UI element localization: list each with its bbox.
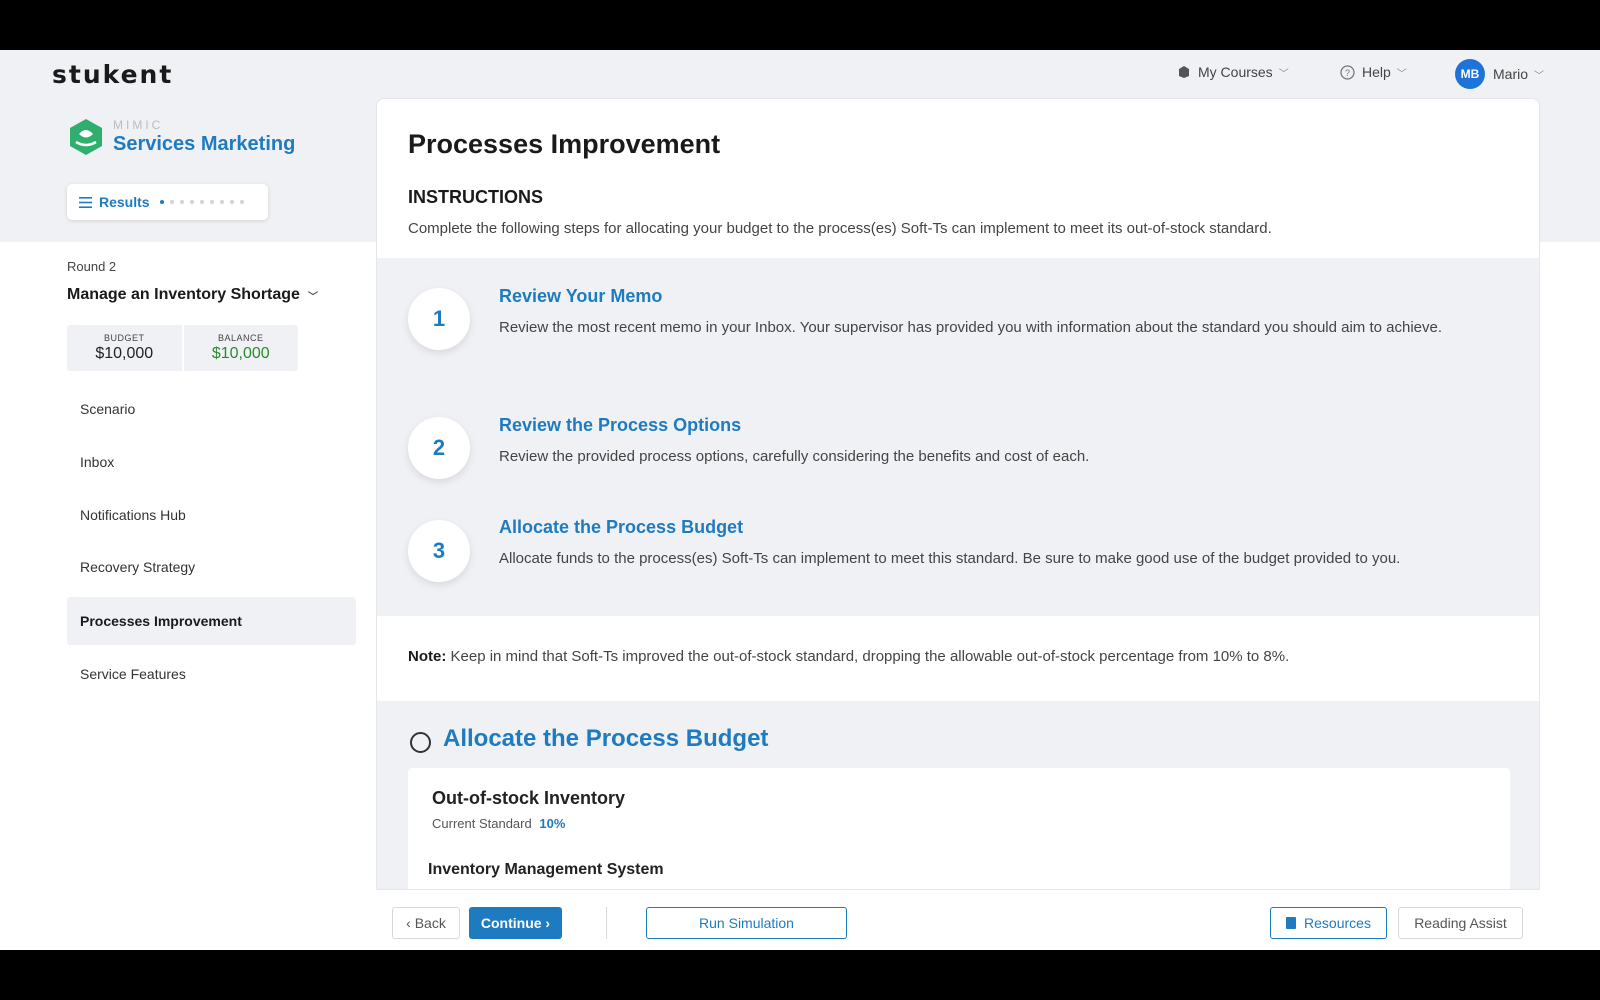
courses-icon <box>1179 66 1189 78</box>
mimic-logo-icon <box>70 119 102 155</box>
note-label: Note: <box>408 648 447 665</box>
reading-assist-button[interactable]: Reading Assist <box>1398 907 1523 939</box>
menu-lines-icon <box>79 196 92 208</box>
step-number: 1 <box>408 288 470 350</box>
chevron-down-icon: ﹀ <box>1534 70 1545 82</box>
sidebar-item-processes-improvement[interactable]: Processes Improvement <box>67 597 356 645</box>
right-band <box>1538 242 1600 950</box>
instructions-heading: INSTRUCTIONS <box>408 187 543 207</box>
sidebar-item-recovery-strategy[interactable]: Recovery Strategy <box>67 543 356 591</box>
step-title: Review the Process Options <box>499 415 742 435</box>
results-label: Results <box>99 194 150 210</box>
resources-button[interactable]: Resources <box>1270 907 1387 939</box>
instructions-text: Complete the following steps for allocat… <box>408 220 1272 237</box>
budget-summary: BUDGET $10,000 BALANCE $10,000 <box>67 325 298 371</box>
run-simulation-button[interactable]: Run Simulation <box>646 907 847 939</box>
brand-subtitle: MIMIC <box>113 118 164 132</box>
process-title: Inventory Management System <box>428 861 664 878</box>
budget-cell: BUDGET $10,000 <box>67 325 182 371</box>
budget-value: $10,000 <box>95 345 154 362</box>
status-circle-icon <box>410 732 431 753</box>
my-courses-label: My Courses <box>1198 64 1273 80</box>
results-button[interactable]: Results <box>67 184 268 220</box>
step-text: Review the provided process options, car… <box>499 448 1090 465</box>
round-label: Round 2 <box>67 259 117 274</box>
step-number: 2 <box>408 417 470 479</box>
balance-value: $10,000 <box>211 345 270 362</box>
note-text: Keep in mind that Soft-Ts improved the o… <box>450 648 1290 665</box>
allocate-title: Allocate the Process Budget <box>443 725 769 752</box>
progress-dots <box>159 200 244 204</box>
footer-bar: ‹ Back Continue › Run Simulation Resourc… <box>376 889 1540 950</box>
sidebar-item-scenario[interactable]: Scenario <box>67 385 356 433</box>
user-name: Mario <box>1493 66 1529 82</box>
brand-title: Services Marketing <box>113 133 296 155</box>
note: Note: Keep in mind that Soft-Ts improved… <box>408 648 1289 665</box>
chevron-down-icon: ﹀ <box>1396 68 1407 80</box>
oos-title: Out-of-stock Inventory <box>432 788 626 808</box>
step-text: Review the most recent memo in your Inbo… <box>499 319 1443 336</box>
course-brand: MIMIC Services Marketing <box>66 117 295 157</box>
current-standard-value: 10% <box>539 816 566 831</box>
current-standard: Current Standard 10% <box>432 816 565 831</box>
round-title: Manage an Inventory Shortage <box>67 286 300 303</box>
balance-cell: BALANCE $10,000 <box>181 325 299 371</box>
chevron-down-icon: ﹀ <box>1278 68 1289 80</box>
round-selector[interactable]: Manage an Inventory Shortage ﹀ <box>67 286 318 304</box>
budget-label: BUDGET <box>103 333 145 343</box>
help-icon: ? <box>1340 64 1355 80</box>
divider <box>606 907 607 939</box>
step-title: Review Your Memo <box>499 286 663 306</box>
current-standard-label: Current Standard <box>432 816 532 831</box>
continue-button[interactable]: Continue › <box>469 907 562 939</box>
steps-list: 1 Review Your Memo Review the most recen… <box>377 258 1539 616</box>
step-text: Allocate funds to the process(es) Soft-T… <box>499 550 1401 567</box>
help-menu[interactable]: ? Help ﹀ <box>1340 64 1407 80</box>
step-title: Allocate the Process Budget <box>499 517 744 537</box>
chevron-down-icon: ﹀ <box>307 291 318 303</box>
sidebar-item-service-features[interactable]: Service Features <box>67 650 356 698</box>
stukent-logo[interactable]: stukent <box>52 60 173 89</box>
svg-text:?: ? <box>1345 68 1350 78</box>
book-icon <box>1286 917 1297 929</box>
user-menu[interactable]: MB Mario ﹀ <box>1455 59 1544 89</box>
app-window: stukent My Courses ﹀ ? Help ﹀ MB Mario ﹀… <box>0 50 1600 950</box>
resources-label: Resources <box>1304 915 1371 931</box>
main-panel: Processes Improvement INSTRUCTIONS Compl… <box>376 98 1540 950</box>
balance-label: BALANCE <box>217 333 264 343</box>
page-title: Processes Improvement <box>408 129 721 159</box>
avatar: MB <box>1455 59 1485 89</box>
back-button[interactable]: ‹ Back <box>392 907 460 939</box>
step-number: 3 <box>408 520 470 582</box>
help-label: Help <box>1362 64 1391 80</box>
sidebar-item-notifications-hub[interactable]: Notifications Hub <box>67 491 356 539</box>
sidebar-item-inbox[interactable]: Inbox <box>67 438 356 486</box>
my-courses-menu[interactable]: My Courses ﹀ <box>1177 64 1289 80</box>
